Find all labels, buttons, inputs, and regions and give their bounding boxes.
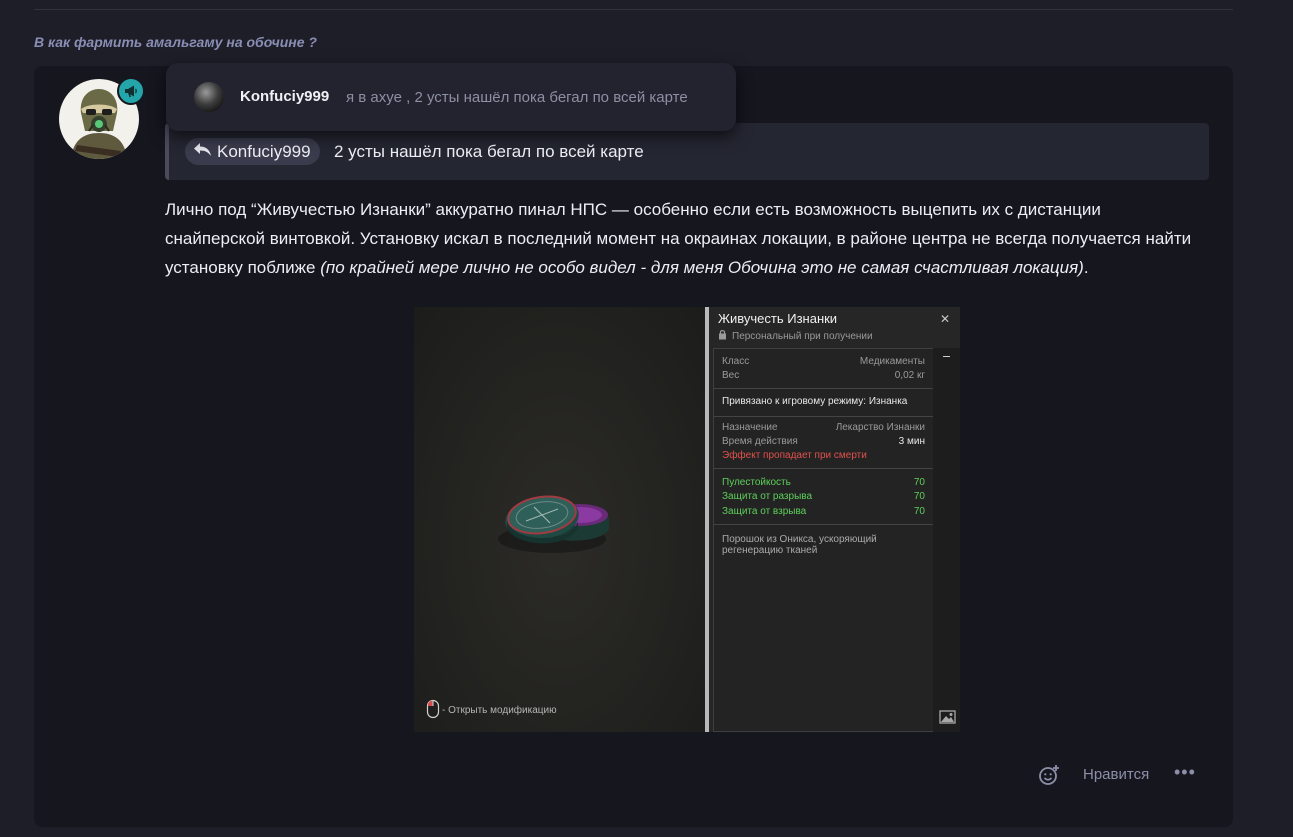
class-label: Класс bbox=[722, 356, 750, 367]
class-value: Медикаменты bbox=[859, 356, 925, 367]
item-subtitle: Персональный при получении bbox=[732, 330, 873, 342]
stat-row: Защита от разрыва 70 bbox=[722, 491, 925, 504]
item-description: Порошок из Оникса, ускоряющий регенераци… bbox=[722, 534, 877, 556]
thread-title-link[interactable]: В как фармить амальгаму на обочине ? bbox=[34, 34, 317, 50]
lock-icon bbox=[718, 329, 727, 343]
post-card: Konfuciy999 2 усты нашёл пока бегал по в… bbox=[34, 66, 1233, 827]
mouse-icon bbox=[426, 699, 440, 722]
section-stats: Пулестойкость 70 Защита от разрыва 70 За… bbox=[714, 469, 933, 525]
tin-can-icon bbox=[498, 495, 609, 553]
stat-label: Защита от разрыва bbox=[722, 491, 813, 502]
item-subtitle-row: Персональный при получении bbox=[718, 329, 873, 343]
reply-arrow-icon bbox=[193, 141, 213, 162]
author-avatar[interactable] bbox=[59, 77, 145, 159]
bound-row: Привязано к игровому режиму: Изнанка bbox=[722, 396, 925, 409]
item-stats-box: Класс Медикаменты Вес 0,02 кг Привязано … bbox=[713, 348, 934, 732]
purpose-label: Назначение bbox=[722, 422, 778, 433]
weight-value: 0,02 кг bbox=[894, 370, 925, 381]
weight-row: Вес 0,02 кг bbox=[722, 370, 925, 383]
item-preview: - Открыть модификацию bbox=[414, 307, 705, 732]
like-button[interactable]: Нравится bbox=[1083, 766, 1149, 783]
weight-label: Вес bbox=[722, 370, 740, 381]
stat-value: 70 bbox=[913, 506, 925, 517]
stat-row: Пулестойкость 70 bbox=[722, 477, 925, 490]
megaphone-icon bbox=[117, 77, 145, 105]
top-divider bbox=[34, 9, 1233, 10]
close-icon[interactable]: ✕ bbox=[940, 312, 950, 326]
purpose-row: Назначение Лекарство Изнанки bbox=[722, 422, 925, 435]
item-info-panel: Живучесть Изнанки ✕ Персональный при пол… bbox=[709, 307, 960, 732]
hint-text: - Открыть модификацию bbox=[442, 705, 557, 716]
death-warning-row: Эффект пропадает при смерти bbox=[722, 450, 925, 463]
stat-label: Пулестойкость bbox=[722, 477, 791, 488]
quote-author-mention[interactable]: Konfuciy999 bbox=[185, 138, 320, 165]
duration-value: 3 мин bbox=[898, 436, 925, 447]
purpose-value: Лекарство Изнанки bbox=[835, 422, 925, 433]
stat-value: 70 bbox=[913, 491, 925, 502]
stat-label: Защита от взрыва bbox=[722, 506, 807, 517]
mention-preview-tooltip[interactable]: Konfuciy999 я в ахуе , 2 усты нашёл пока… bbox=[166, 63, 736, 131]
quote-author-name: Konfuciy999 bbox=[217, 141, 311, 161]
image-icon[interactable] bbox=[939, 710, 956, 729]
section-bound: Привязано к игровому режиму: Изнанка bbox=[714, 389, 933, 417]
quote-text: 2 усты нашёл пока бегал по всей карте bbox=[334, 142, 644, 161]
panel-scrollbar[interactable] bbox=[933, 348, 960, 732]
more-options-icon[interactable]: ••• bbox=[1174, 762, 1196, 783]
post-text-end: . bbox=[1083, 258, 1089, 277]
tooltip-username[interactable]: Konfuciy999 bbox=[240, 88, 329, 105]
item-title: Живучесть Изнанки bbox=[718, 311, 838, 326]
game-screenshot[interactable]: - Открыть модификацию Живучесть Изнанки … bbox=[414, 307, 960, 732]
tooltip-message: я в ахуе , 2 усты нашёл пока бегал по вс… bbox=[346, 89, 688, 106]
bound-text: Привязано к игровому режиму: Изнанка bbox=[722, 396, 908, 407]
open-mod-hint: - Открыть модификацию bbox=[426, 699, 557, 722]
reply-quote[interactable]: Konfuciy999 2 усты нашёл пока бегал по в… bbox=[165, 123, 1209, 180]
class-row: Класс Медикаменты bbox=[722, 356, 925, 369]
death-warning: Эффект пропадает при смерти bbox=[722, 450, 867, 461]
stat-value: 70 bbox=[913, 477, 925, 488]
section-effect: Назначение Лекарство Изнанки Время дейст… bbox=[714, 417, 933, 469]
post-body: Лично под “Живучестью Изнанки” аккуратно… bbox=[165, 195, 1195, 282]
post-text-italic: (по крайней мере лично не особо видел - … bbox=[320, 258, 1084, 277]
duration-label: Время действия bbox=[722, 436, 798, 447]
duration-row: Время действия 3 мин bbox=[722, 436, 925, 449]
tooltip-avatar bbox=[194, 82, 224, 112]
react-emoji-icon[interactable] bbox=[1038, 764, 1060, 791]
scrollbar-thumb[interactable] bbox=[943, 356, 950, 357]
section-basic: Класс Медикаменты Вес 0,02 кг bbox=[714, 349, 933, 389]
stat-row: Защита от взрыва 70 bbox=[722, 506, 925, 519]
